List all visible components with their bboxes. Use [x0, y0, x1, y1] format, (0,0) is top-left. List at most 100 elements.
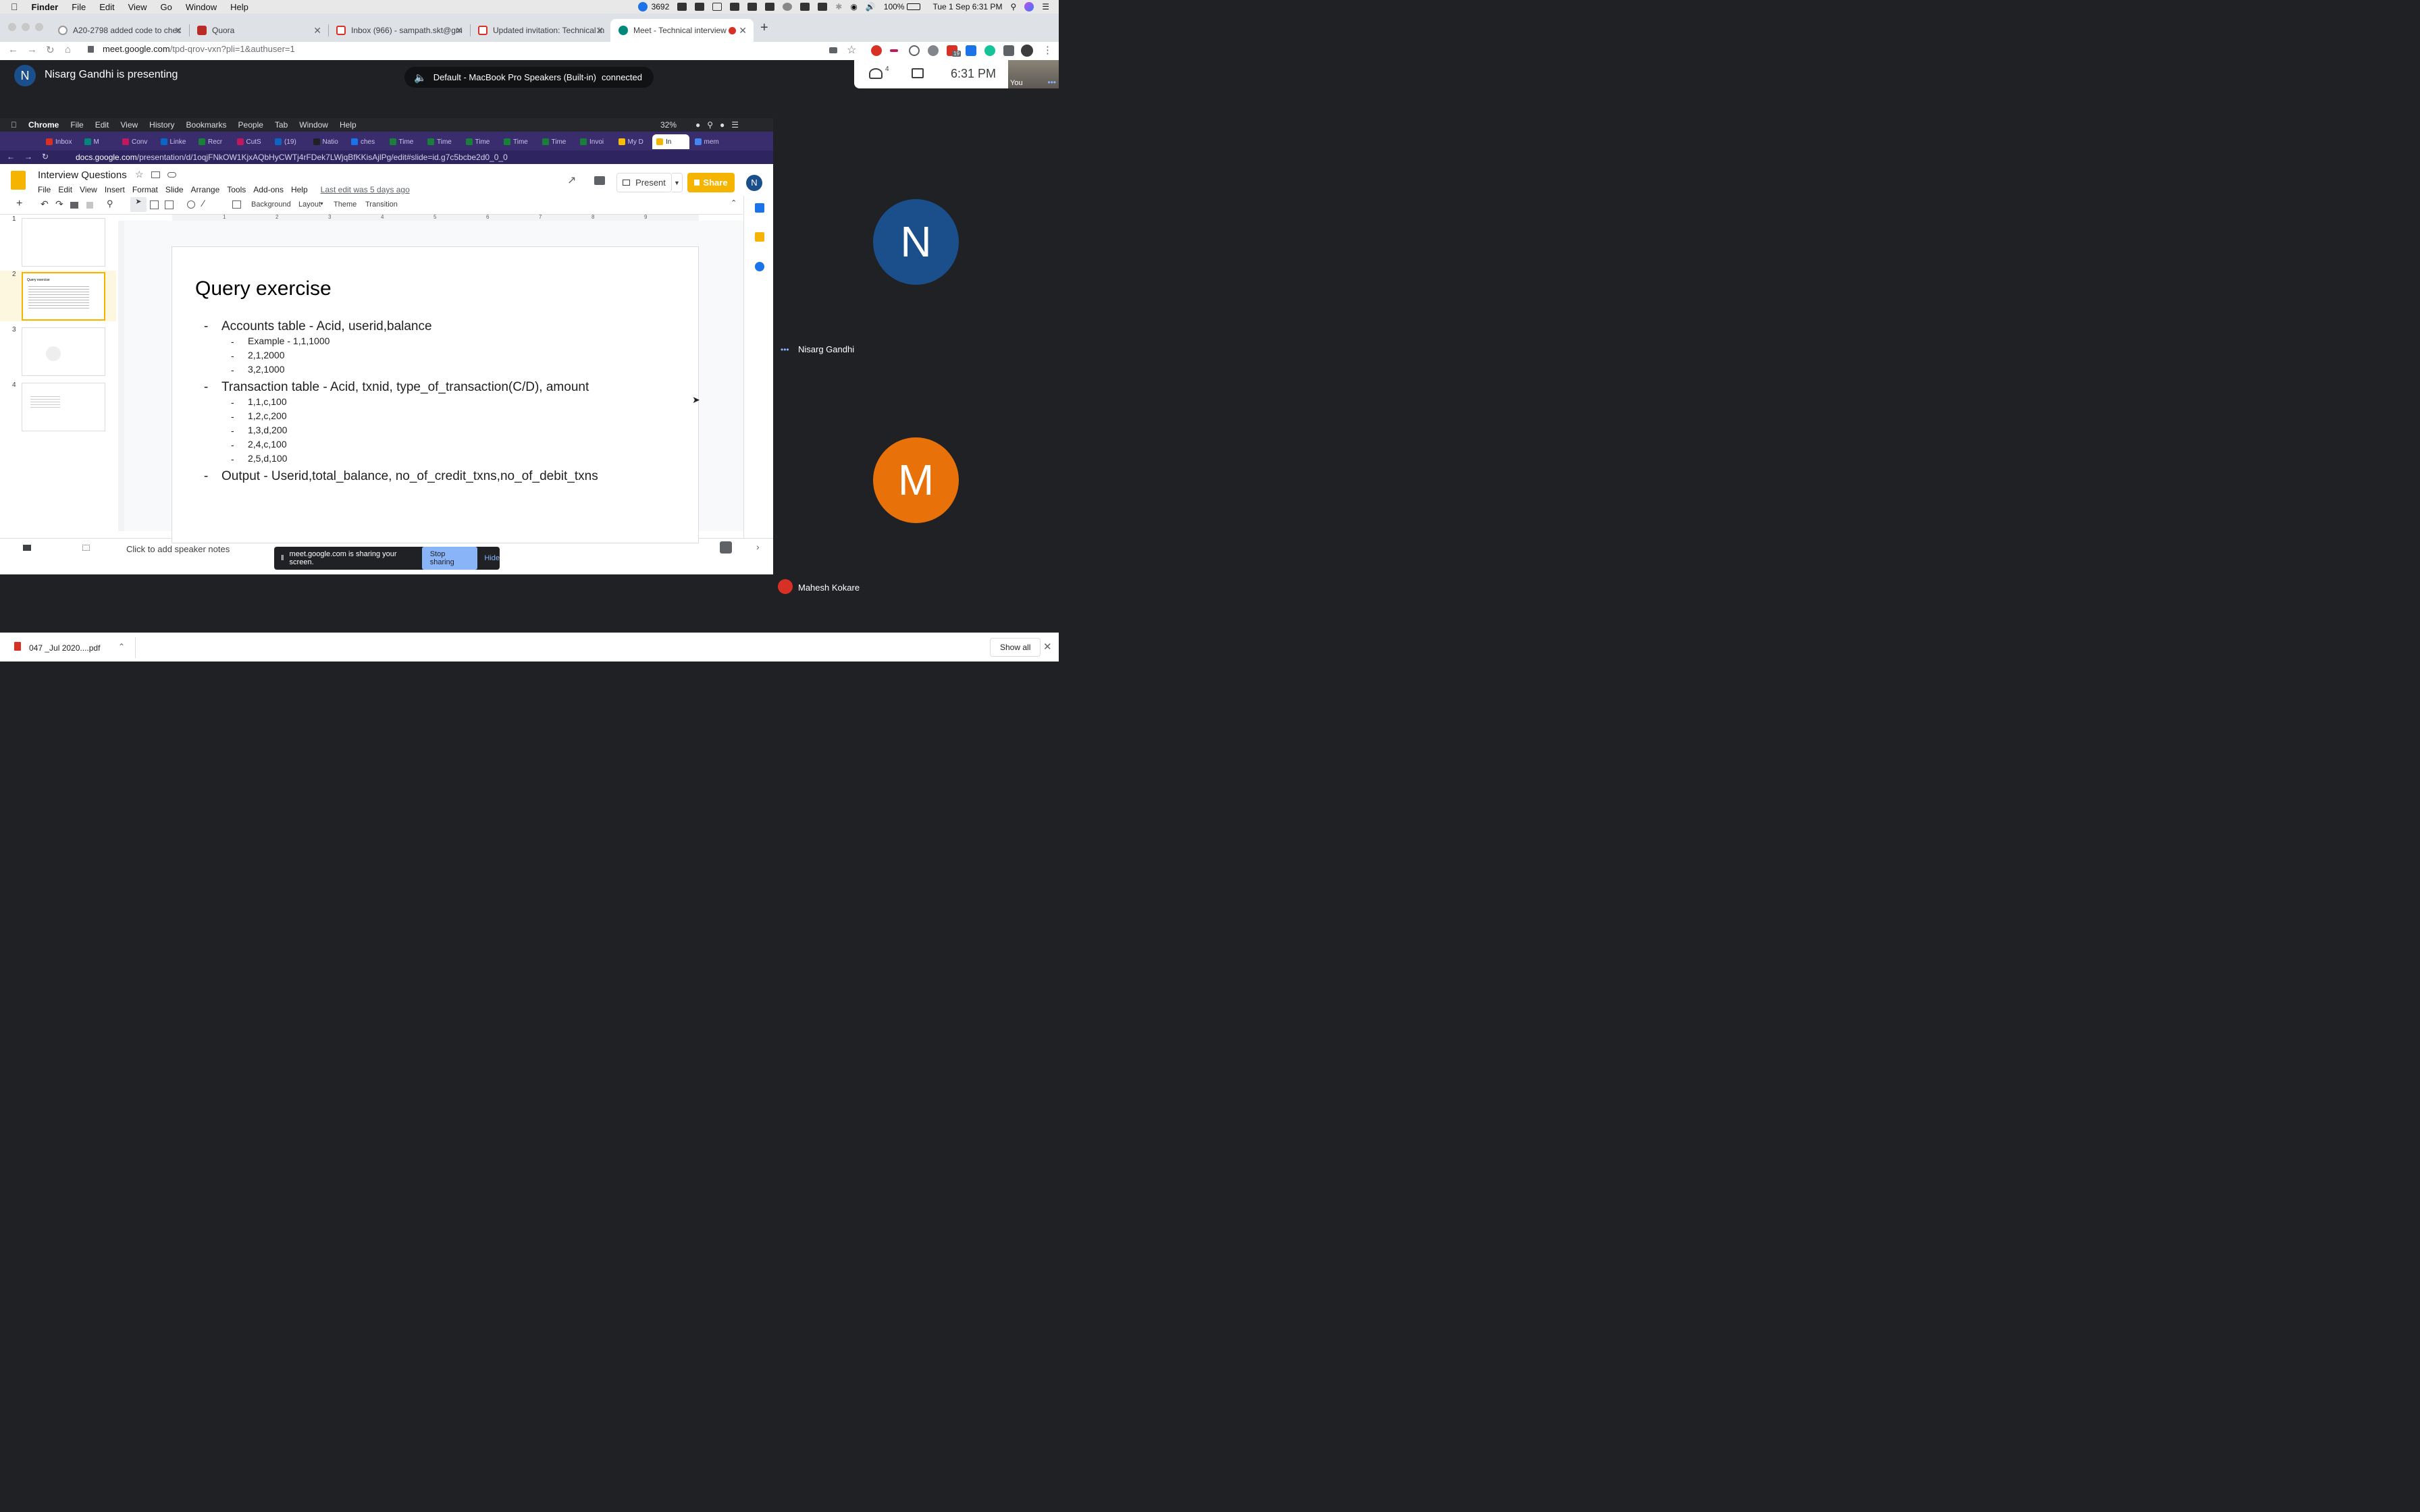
shared-menu-item: Edit	[88, 120, 109, 130]
speaker-status-pill[interactable]: 🔈 Default - MacBook Pro Speakers (Built-…	[404, 67, 654, 88]
url-host: meet.google.com	[103, 44, 170, 54]
hat-icon[interactable]	[765, 3, 775, 11]
back-button[interactable]: ←	[8, 44, 18, 55]
recording-dot-icon	[729, 26, 736, 34]
window-minimize-button[interactable]	[22, 23, 30, 31]
bluebadge-icon[interactable]	[637, 2, 648, 11]
grammarly-ext-icon[interactable]	[984, 45, 995, 56]
shared-tab-favicon-icon	[656, 138, 663, 145]
shared-tab-favicon-icon	[351, 138, 358, 145]
shared-tab: Natio	[309, 134, 346, 149]
dropbox-icon[interactable]	[677, 3, 687, 11]
d-ext-icon[interactable]	[966, 45, 976, 56]
s-app-icon[interactable]	[800, 3, 810, 11]
browser-tab-quora[interactable]: Quora ✕	[189, 19, 328, 42]
extensions-puzzle-icon[interactable]	[1003, 45, 1014, 56]
wifi-icon[interactable]: ◉	[850, 2, 857, 11]
people-icon[interactable]	[869, 68, 883, 79]
bookmark-star-icon[interactable]: ☆	[847, 43, 856, 57]
close-shelf-icon[interactable]: ✕	[1043, 641, 1052, 653]
new-tab-button[interactable]: +	[760, 20, 768, 36]
shared-tab: Recr	[194, 134, 232, 149]
close-tab-icon[interactable]: ✕	[313, 25, 321, 36]
menu-view[interactable]: View	[128, 2, 147, 12]
profile-avatar[interactable]	[1021, 45, 1033, 57]
address-bar[interactable]: meet.google.com/tpd-qrov-vxn?pli=1&authu…	[103, 44, 295, 54]
drag-handle-icon[interactable]: ‖	[281, 554, 284, 562]
evernote-icon[interactable]	[695, 3, 705, 11]
siri-icon[interactable]	[1024, 2, 1034, 11]
speaker-state: connected	[602, 72, 642, 82]
vpn-ext-icon[interactable]	[928, 45, 939, 56]
self-video-thumbnail[interactable]: You •••	[1008, 60, 1059, 88]
window-icon[interactable]	[712, 3, 722, 11]
tab-title: Updated invitation: Technical in	[493, 26, 604, 35]
explore-icon	[720, 541, 732, 554]
stop-sharing-button[interactable]: Stop sharing	[421, 547, 478, 570]
download-filename[interactable]: 047 _Jul 2020....pdf	[29, 643, 100, 653]
participants-count: 4	[885, 65, 889, 73]
spotlight-icon[interactable]: ⚲	[1010, 2, 1016, 11]
browser-tab-gmail-inbox[interactable]: Inbox (966) - sampath.skt@gm ✕	[328, 19, 470, 42]
coffee-icon[interactable]	[730, 3, 740, 11]
battery-percent[interactable]: 100%	[884, 2, 905, 11]
close-tab-icon[interactable]: ✕	[455, 25, 463, 36]
chat-icon[interactable]	[912, 68, 924, 78]
folder-icon	[151, 171, 160, 178]
docs-menu-item: Format	[132, 185, 158, 194]
browser-tab-github[interactable]: A20-2798 added code to chec ✕	[50, 19, 189, 42]
window-zoom-button[interactable]	[35, 23, 43, 31]
star-icon: ☆	[135, 169, 144, 180]
arrow-ext-icon[interactable]	[890, 49, 898, 52]
forward-button[interactable]: →	[27, 44, 37, 55]
bluetooth-icon[interactable]: ✱	[835, 2, 842, 11]
window-close-button[interactable]	[8, 23, 16, 31]
shared-address-bar: ←→↻ docs.google.com/presentation/d/1oqjF…	[0, 151, 773, 164]
reload-button[interactable]: ↻	[46, 44, 55, 56]
shared-tab: Time	[538, 134, 575, 149]
docs-menu-item: Slide	[165, 185, 184, 194]
home-button[interactable]: ⌂	[65, 44, 71, 55]
collapse-toolbar-icon: ⌃	[731, 199, 737, 207]
download-shelf: 047 _Jul 2020....pdf ⌃ Show all ✕	[0, 632, 1059, 662]
menu-window[interactable]: Window	[186, 2, 217, 12]
hide-banner-button[interactable]: Hide	[484, 554, 500, 562]
textbox-icon	[150, 200, 159, 209]
menu-edit[interactable]: Edit	[99, 2, 114, 12]
camera-icon[interactable]	[829, 47, 837, 53]
browser-tab-meet[interactable]: Meet - Technical interview ✕	[610, 19, 754, 42]
record-icon[interactable]	[783, 3, 793, 11]
menubar-clock[interactable]: Tue 1 Sep 6:31 PM	[932, 2, 1002, 11]
ghostery-ext-icon[interactable]	[909, 45, 920, 56]
menu-file[interactable]: File	[72, 2, 86, 12]
show-all-button[interactable]: Show all	[990, 638, 1041, 657]
volume-icon[interactable]: 🔊	[866, 2, 876, 11]
close-tab-icon[interactable]: ✕	[596, 25, 604, 36]
shared-tab-title: Inbox	[55, 138, 72, 146]
shared-tab-title: Time	[475, 138, 490, 146]
battery-icon[interactable]	[907, 3, 921, 10]
download-options-icon[interactable]: ⌃	[118, 642, 125, 651]
glasses-icon[interactable]	[747, 3, 758, 11]
opera-ext-icon[interactable]	[871, 45, 882, 56]
background-button: Background	[251, 200, 291, 209]
menu-app-name[interactable]: Finder	[32, 2, 59, 12]
browser-tab-gmail-invite[interactable]: Updated invitation: Technical in ✕	[470, 19, 610, 42]
shared-tab: (19)	[271, 134, 308, 149]
lock-icon[interactable]	[88, 46, 94, 53]
menu-go[interactable]: Go	[161, 2, 172, 12]
menu-help[interactable]: Help	[230, 2, 248, 12]
close-tab-icon[interactable]: ✕	[174, 25, 182, 36]
participant-more-icon[interactable]: •••	[781, 345, 789, 354]
shared-tab: In	[652, 134, 689, 149]
close-tab-icon[interactable]: ✕	[739, 25, 747, 36]
shared-tab: Conv	[118, 134, 155, 149]
more-options-icon[interactable]: •••	[1047, 78, 1056, 87]
input-source-icon[interactable]	[818, 3, 828, 11]
ext-badge: 19	[952, 51, 961, 57]
browser-menu-icon[interactable]: ⋮	[1043, 44, 1053, 56]
control-list-icon[interactable]: ☰	[1042, 2, 1049, 11]
speaker-notes-placeholder: Click to add speaker notes	[126, 544, 230, 554]
apple-icon[interactable]: 	[11, 1, 18, 12]
shared-tab-favicon-icon	[580, 138, 587, 145]
